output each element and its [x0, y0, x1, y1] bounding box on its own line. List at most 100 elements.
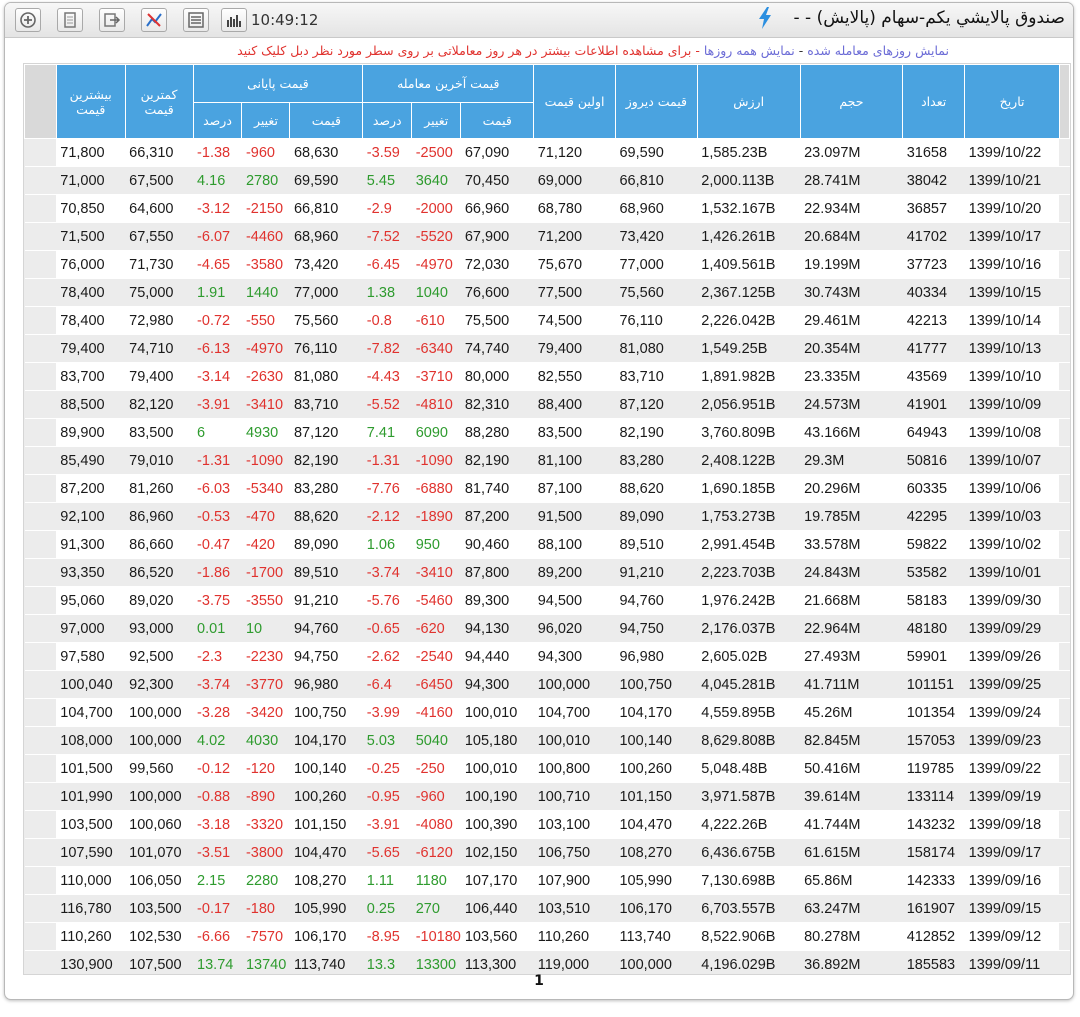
header-close-percent[interactable]: درصد — [192, 102, 243, 139]
cell-close-price: 77,000 — [289, 278, 363, 307]
cell-last-change: 3640 — [411, 166, 461, 195]
show-traded-days-link[interactable]: نمایش روزهای معامله شده — [807, 43, 949, 58]
table-row[interactable]: 87,200 81,260 -6.03 -5340 83,280 -7.76 -6880 81… — [24, 474, 1070, 503]
table-row[interactable]: 110,000 106,050 2.15 2280 108,270 1.11 1180 107… — [24, 866, 1070, 895]
header-last-price[interactable]: قیمت — [460, 102, 535, 139]
table-row[interactable]: 108,000 100,000 4.02 4030 104,170 5.03 5040 105… — [24, 726, 1070, 755]
cell-value: 3,760.809B — [697, 418, 801, 447]
table-row[interactable]: 79,400 74,710 -6.13 -4970 76,110 -7.82 -6340 74… — [24, 334, 1070, 363]
table-row[interactable]: 89,900 83,500 6 4930 87,120 7.41 6090 88,280 83,… — [24, 418, 1070, 447]
table-row[interactable]: 95,060 89,020 -3.75 -3550 91,210 -5.76 -5460 89… — [24, 586, 1070, 615]
table-row[interactable]: 78,400 75,000 1.91 1440 77,000 1.38 1040 76,600… — [24, 278, 1070, 307]
cell-close-change: -3410 — [241, 390, 290, 419]
chart-arrow-button[interactable] — [141, 8, 167, 32]
header-last-trade-group: قیمت آخرین معامله — [362, 64, 535, 103]
cell-max-price: 79,400 — [56, 334, 126, 363]
table-row[interactable]: 88,500 82,120 -3.91 -3410 83,710 -5.52 -4810 82… — [24, 390, 1070, 419]
cell-count: 42213 — [902, 306, 965, 335]
cell-close-price: 100,750 — [289, 698, 363, 727]
cell-first-price: 106,750 — [533, 838, 616, 867]
info-separator: - — [794, 43, 808, 58]
table-row[interactable]: 130,900 107,500 13.74 13740 113,740 13.3 13300… — [24, 950, 1070, 974]
table-row[interactable]: 100,040 92,300 -3.74 -3770 96,980 -6.4 -6450 94… — [24, 670, 1070, 699]
cell-volume: 28.741M — [800, 166, 903, 195]
show-all-days-link[interactable]: نمایش همه روزها — [704, 43, 795, 58]
cell-last-change: -2500 — [411, 138, 461, 167]
table-row[interactable]: 101,500 99,560 -0.12 -120 100,140 -0.25 -250 10… — [24, 754, 1070, 783]
cell-yesterday-price: 101,150 — [615, 782, 698, 811]
table-row[interactable]: 71,800 66,310 -1.38 -960 68,630 -3.59 -2500 67,… — [24, 138, 1070, 167]
cell-count: 101354 — [902, 698, 965, 727]
cell-close-percent: -0.12 — [193, 754, 242, 783]
table-row[interactable]: 76,000 71,730 -4.65 -3580 73,420 -6.45 -4970 72… — [24, 250, 1070, 279]
table-row[interactable]: 70,850 64,600 -3.12 -2150 66,810 -2.9 -2000 66,… — [24, 194, 1070, 223]
cell-last-price: 67,900 — [460, 222, 534, 251]
table-row[interactable]: 110,260 102,530 -6.66 -7570 106,170 -8.95 -101… — [24, 922, 1070, 951]
cell-count: 59822 — [902, 530, 965, 559]
cell-volume: 20.354M — [800, 334, 903, 363]
table-row[interactable]: 91,300 86,660 -0.47 -420 89,090 1.06 950 90,460… — [24, 530, 1070, 559]
table-row[interactable]: 85,490 79,010 -1.31 -1090 82,190 -1.31 -1090 82… — [24, 446, 1070, 475]
table-row[interactable]: 103,500 100,060 -3.18 -3320 101,150 -3.91 -408… — [24, 810, 1070, 839]
cell-max-price: 110,000 — [56, 866, 126, 895]
table-row[interactable]: 97,000 93,000 0.01 10 94,760 -0.65 -620 94,130 9… — [24, 614, 1070, 643]
cell-min-price: 107,500 — [125, 950, 194, 974]
document-button[interactable] — [57, 8, 83, 32]
header-first-price[interactable]: اولین قیمت — [533, 64, 616, 139]
cell-first-price: 103,100 — [533, 810, 616, 839]
header-min-price[interactable]: کمترین قیمت — [124, 64, 194, 139]
table-row[interactable]: 97,580 92,500 -2.3 -2230 94,750 -2.62 -2540 94,… — [24, 642, 1070, 671]
table-row[interactable]: 101,990 100,000 -0.88 -890 100,260 -0.95 -960 1… — [24, 782, 1070, 811]
history-table-container[interactable]: بیشترین قیمت کمترین قیمت قیمت پایانی قیم… — [23, 63, 1071, 975]
table-row[interactable]: 92,100 86,960 -0.53 -470 88,620 -2.12 -1890 87,… — [24, 502, 1070, 531]
table-row[interactable]: 83,700 79,400 -3.14 -2630 81,080 -4.43 -3710 80… — [24, 362, 1070, 391]
header-volume[interactable]: حجم — [799, 64, 904, 139]
cell-last-percent: -0.25 — [362, 754, 412, 783]
header-date[interactable]: تاریخ — [964, 64, 1060, 139]
cell-close-price: 76,110 — [289, 334, 363, 363]
row-edge — [1059, 782, 1070, 811]
cell-last-percent: -6.4 — [362, 670, 412, 699]
header-yesterday-price[interactable]: قیمت دیروز — [614, 64, 698, 139]
info-bar: نمایش روزهای معامله شده - نمایش همه روزه… — [5, 39, 1073, 61]
header-close-price[interactable]: قیمت — [289, 102, 364, 139]
list-button[interactable] — [183, 8, 209, 32]
pager-page-number[interactable]: 1 — [5, 973, 1073, 989]
table-row[interactable]: 93,350 86,520 -1.86 -1700 89,510 -3.74 -3410 87… — [24, 558, 1070, 587]
cell-last-change: -5460 — [411, 586, 461, 615]
cell-close-price: 100,140 — [289, 754, 363, 783]
cell-close-percent: -3.91 — [193, 390, 242, 419]
cell-min-price: 100,000 — [125, 782, 194, 811]
add-button[interactable] — [15, 8, 41, 32]
row-edge — [1059, 838, 1070, 867]
export-button[interactable] — [99, 8, 125, 32]
table-row[interactable]: 104,700 100,000 -3.28 -3420 100,750 -3.99 -416… — [24, 698, 1070, 727]
cell-last-change: -1090 — [411, 446, 461, 475]
table-row[interactable]: 116,780 103,500 -0.17 -180 105,990 0.25 270 106… — [24, 894, 1070, 923]
cell-volume: 19.199M — [800, 250, 903, 279]
cell-yesterday-price: 77,000 — [615, 250, 698, 279]
cell-date: 1399/09/18 — [964, 810, 1060, 839]
header-max-price[interactable]: بیشترین قیمت — [55, 64, 126, 139]
bar-chart-button[interactable] — [221, 8, 247, 32]
cell-close-change: 2780 — [241, 166, 290, 195]
cell-date: 1399/10/22 — [964, 138, 1060, 167]
header-count[interactable]: تعداد — [902, 64, 966, 139]
header-last-percent[interactable]: درصد — [362, 102, 413, 139]
table-row[interactable]: 107,590 101,070 -3.51 -3800 104,470 -5.65 -612… — [24, 838, 1070, 867]
cell-date: 1399/09/15 — [964, 894, 1060, 923]
header-value[interactable]: ارزش — [696, 64, 801, 139]
header-close-change[interactable]: تغییر — [241, 102, 291, 139]
table-row[interactable]: 71,000 67,500 4.16 2780 69,590 5.45 3640 70,450… — [24, 166, 1070, 195]
header-last-change[interactable]: تغییر — [411, 102, 462, 139]
cell-max-price: 95,060 — [56, 586, 126, 615]
cell-max-price: 110,260 — [56, 922, 126, 951]
table-row[interactable]: 71,500 67,550 -6.07 -4460 68,960 -7.52 -5520 67… — [24, 222, 1070, 251]
table-row[interactable]: 78,400 72,980 -0.72 -550 75,560 -0.8 -610 75,50… — [24, 306, 1070, 335]
cell-min-price: 103,500 — [125, 894, 194, 923]
cell-count: 48180 — [902, 614, 965, 643]
row-edge — [1059, 922, 1070, 951]
cell-volume: 41.744M — [800, 810, 903, 839]
row-spacer — [24, 250, 57, 279]
cell-yesterday-price: 104,470 — [615, 810, 698, 839]
